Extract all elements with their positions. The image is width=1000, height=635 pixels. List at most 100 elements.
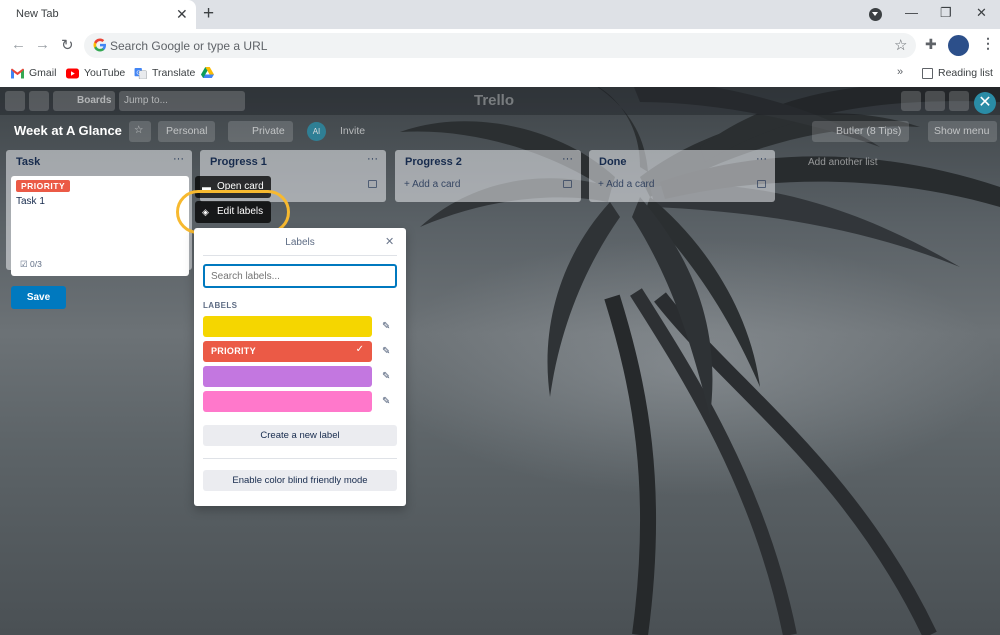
label-yellow[interactable] — [203, 316, 372, 337]
extensions-icon[interactable]: ✚ — [925, 36, 937, 53]
edit-label-icon[interactable]: ✎ — [382, 396, 390, 407]
list-title[interactable]: Progress 1 — [210, 156, 267, 168]
card-template-icon[interactable] — [368, 180, 377, 188]
address-bar[interactable]: Search Google or type a URL ☆ — [84, 33, 916, 58]
popover-close-icon[interactable]: ✕ — [385, 235, 394, 248]
card-title-input[interactable]: Task 1 — [16, 196, 45, 207]
list-title[interactable]: Done — [599, 156, 627, 168]
trello-board: Boards Jump to... Trello ✕ Week at A Gla… — [0, 87, 1000, 635]
divider — [203, 255, 397, 256]
bookmark-youtube[interactable]: YouTube — [66, 67, 125, 79]
trello-logo[interactable]: Trello — [474, 92, 514, 109]
checklist-icon: ☑ — [20, 259, 28, 269]
translate-icon: G — [134, 67, 147, 79]
bookmarks-bar: Gmail YouTube G Translate » Reading list — [0, 62, 1000, 87]
bookmark-drive[interactable] — [201, 67, 214, 78]
add-another-list[interactable]: Add another list — [808, 157, 878, 168]
create-icon[interactable] — [901, 91, 921, 111]
profile-avatar[interactable] — [948, 35, 969, 56]
chrome-menu-icon[interactable]: ⋮ — [981, 35, 995, 52]
labels-popover: Labels ✕ LABELS ✎ PRIORITY ✓ ✎ ✎ ✎ Creat… — [194, 228, 406, 506]
card-template-icon[interactable] — [757, 180, 766, 188]
tab-close-icon[interactable]: ✕ — [176, 6, 188, 23]
list-title[interactable]: Task — [16, 156, 40, 168]
reading-list-label: Reading list — [938, 67, 993, 79]
butler-button[interactable]: Butler (8 Tips) — [812, 121, 910, 142]
create-label-button[interactable]: Create a new label — [203, 425, 397, 446]
labels-section-title: LABELS — [203, 301, 238, 310]
boards-button[interactable]: Boards — [53, 91, 115, 111]
list-title[interactable]: Progress 2 — [405, 156, 462, 168]
browser-toolbar: ← → ↻ Search Google or type a URL ☆ — [0, 29, 1000, 62]
edit-label-icon[interactable]: ✎ — [382, 346, 390, 357]
checklist-badge: ☑ 0/3 — [20, 259, 42, 270]
add-card-button[interactable]: + Add a card — [404, 179, 460, 190]
bookmark-gmail[interactable]: Gmail — [11, 67, 56, 79]
list-menu-icon[interactable]: ··· — [756, 153, 767, 165]
workspace-button[interactable]: Personal — [158, 121, 216, 142]
add-card-label: Add a card — [606, 179, 655, 190]
home-icon[interactable] — [29, 91, 49, 111]
tab-new-tab[interactable]: New Tab ✕ — [0, 0, 196, 29]
boards-label: Boards — [77, 95, 112, 106]
restore-icon[interactable]: ❐ — [940, 5, 952, 21]
bookmark-label: YouTube — [84, 67, 126, 79]
invite-button[interactable]: Invite — [332, 121, 373, 142]
notifications-icon[interactable] — [949, 91, 969, 111]
youtube-icon — [66, 68, 79, 78]
label-priority[interactable]: PRIORITY ✓ — [203, 341, 372, 362]
check-icon: ✓ — [355, 344, 364, 355]
apps-icon[interactable] — [5, 91, 25, 111]
label-purple[interactable] — [203, 366, 372, 387]
bookmark-label: Gmail — [29, 67, 57, 79]
board-header: Week at A Glance ☆ Personal Private AI I… — [0, 117, 1000, 147]
more-bookmarks-icon[interactable]: » — [897, 66, 903, 78]
minimize-icon[interactable]: — — [905, 5, 918, 20]
reload-icon[interactable]: ↻ — [61, 36, 74, 54]
list-menu-icon[interactable]: ··· — [562, 153, 573, 165]
card-editor[interactable]: PRIORITY Task 1 ☑ 0/3 — [11, 176, 189, 276]
jump-to-placeholder: Jump to... — [124, 95, 168, 106]
checklist-count: 0/3 — [30, 259, 42, 269]
edit-label-icon[interactable]: ✎ — [382, 371, 390, 382]
search-labels-input[interactable] — [203, 264, 397, 288]
visibility-button[interactable]: Private — [228, 121, 293, 142]
reading-list-button[interactable]: Reading list — [922, 67, 993, 79]
board-title[interactable]: Week at A Glance — [14, 123, 122, 138]
omnibox-placeholder: Search Google or type a URL — [110, 39, 268, 53]
save-button[interactable]: Save — [11, 286, 66, 309]
star-board-icon[interactable]: ☆ — [129, 121, 151, 142]
divider — [203, 458, 397, 459]
label-pink[interactable] — [203, 391, 372, 412]
bookmark-star-icon[interactable]: ☆ — [894, 36, 907, 54]
tab-search-icon[interactable] — [869, 8, 882, 21]
label-name: PRIORITY — [211, 346, 256, 356]
back-icon[interactable]: ← — [11, 36, 26, 53]
trello-header: Boards Jump to... Trello ✕ — [0, 87, 1000, 115]
add-card-button[interactable]: + Add a card — [598, 179, 654, 190]
info-icon[interactable] — [925, 91, 945, 111]
edit-label-icon[interactable]: ✎ — [382, 321, 390, 332]
jump-to-search[interactable]: Jump to... — [119, 91, 245, 111]
bookmark-translate[interactable]: G Translate — [134, 67, 195, 79]
member-avatar[interactable]: AI — [307, 122, 326, 141]
list-menu-icon[interactable]: ··· — [367, 153, 378, 165]
popover-title: Labels — [285, 237, 315, 248]
window-close-icon[interactable]: ✕ — [976, 5, 987, 21]
forward-icon[interactable]: → — [35, 36, 50, 53]
color-blind-mode-button[interactable]: Enable color blind friendly mode — [203, 470, 397, 491]
google-icon — [93, 38, 106, 52]
svg-text:G: G — [136, 70, 140, 76]
close-overlay-icon[interactable]: ✕ — [974, 92, 996, 114]
list-progress-2: Progress 2 ··· + Add a card — [395, 150, 581, 202]
card-template-icon[interactable] — [563, 180, 572, 188]
list-menu-icon[interactable]: ··· — [173, 153, 184, 165]
bookmark-label: Translate — [152, 67, 196, 79]
show-menu-button[interactable]: Show menu — [928, 121, 998, 142]
new-tab-icon[interactable]: + — [203, 3, 214, 25]
gmail-icon — [11, 68, 24, 78]
card-label-priority: PRIORITY — [16, 180, 71, 192]
list-done: Done ··· + Add a card — [589, 150, 775, 202]
add-card-label: Add a card — [412, 179, 461, 190]
reading-list-icon — [922, 67, 933, 79]
